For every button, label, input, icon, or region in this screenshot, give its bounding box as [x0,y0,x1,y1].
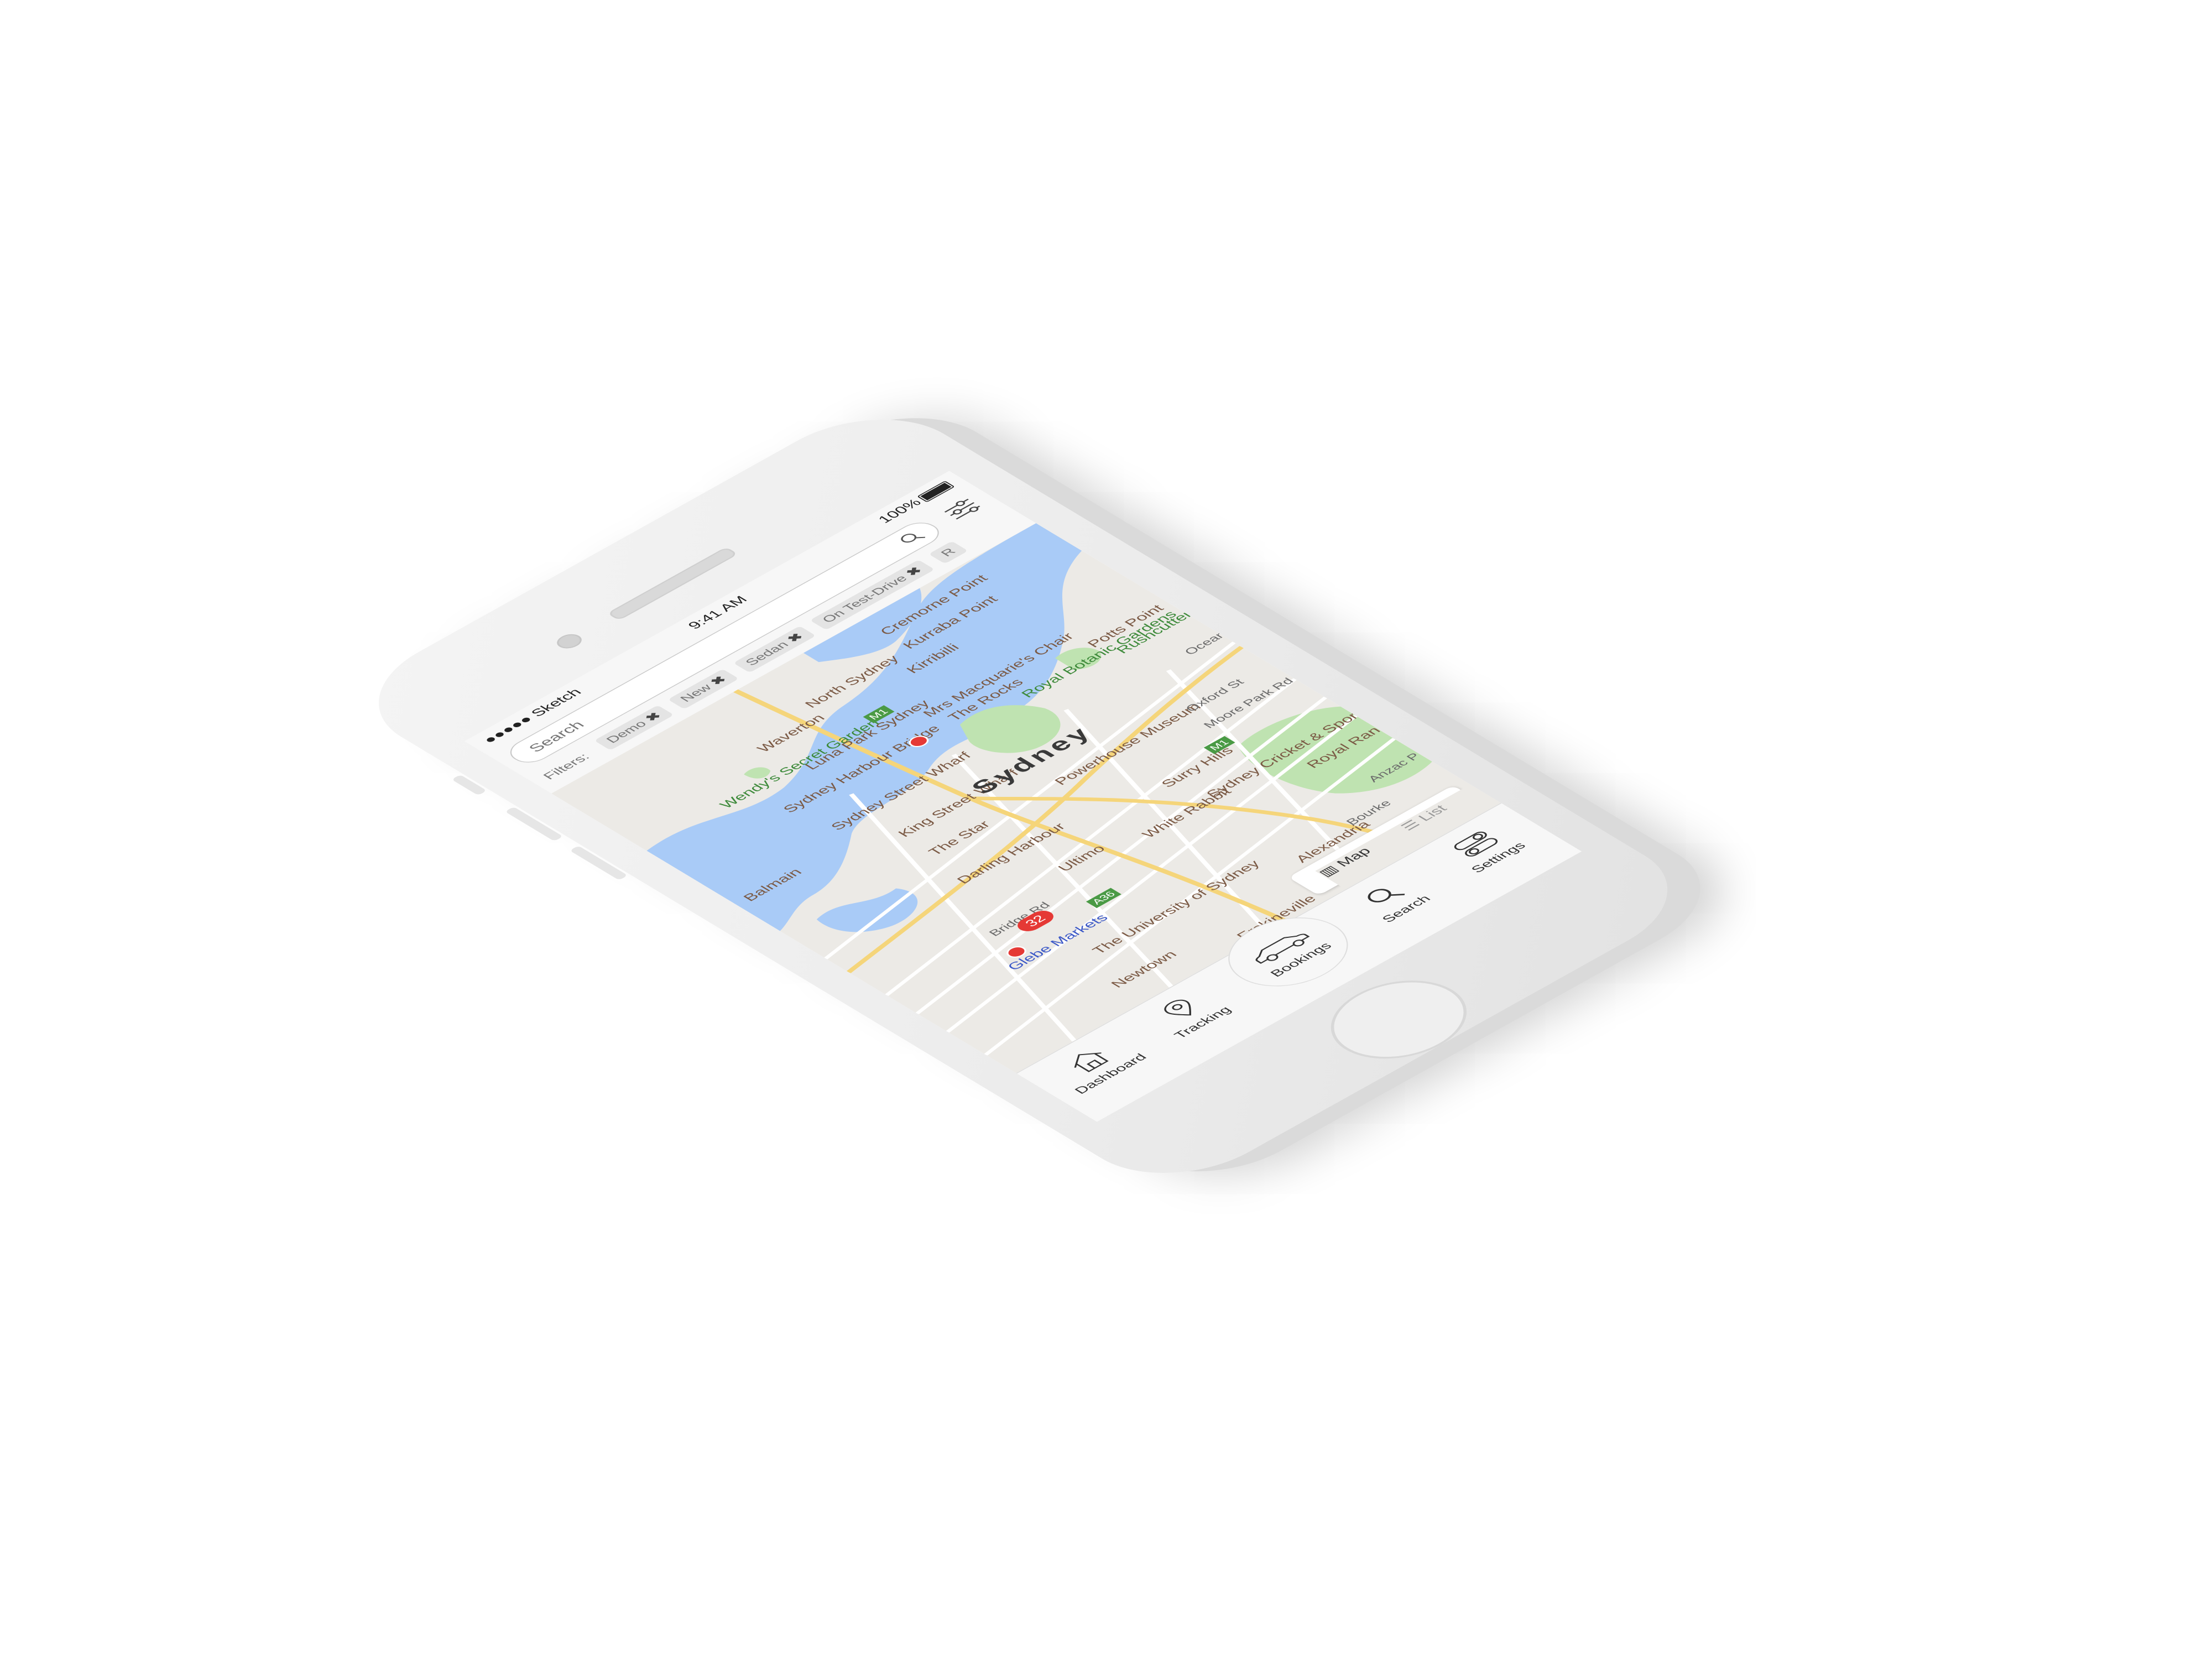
phone-body: ●●●●● Sketch 9:41 AM 100% Search Filters… [336,395,1710,1198]
search-icon[interactable] [894,528,931,549]
remove-chip-icon[interactable]: ✖ [902,565,925,578]
front-camera [552,631,587,651]
remove-chip-icon[interactable]: ✖ [784,631,806,644]
map-icon: ▥ [1316,863,1342,879]
mute-switch [451,774,487,796]
volume-down-button [569,846,628,880]
chip-label: New [677,682,715,704]
remove-chip-icon[interactable]: ✖ [707,674,729,687]
filter-chip-partial[interactable]: R [928,541,968,564]
map-view[interactable]: Cremorne Point Kurraba Point North Sydne… [551,523,1501,1073]
map-graphics [646,523,1432,1056]
tab-map-label: Map [1333,845,1375,869]
remove-chip-icon[interactable]: ✖ [642,711,664,723]
chip-label: R [937,546,959,559]
volume-up-button [504,806,564,842]
